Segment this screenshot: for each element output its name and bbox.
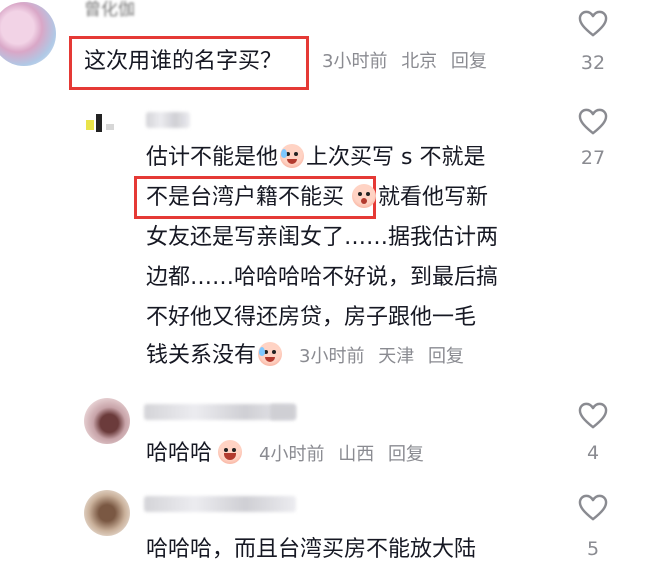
comment-time: 4小时前 bbox=[259, 444, 325, 465]
like-count: 4 bbox=[586, 442, 600, 464]
comment-time: 3小时前 bbox=[299, 346, 365, 367]
comment-location: 北京 bbox=[401, 51, 438, 72]
heart-outline-icon[interactable] bbox=[578, 10, 608, 38]
comment-text-line: 哈哈哈，而且台湾买房不能放大陆 bbox=[146, 537, 477, 562]
heart-outline-icon[interactable] bbox=[578, 494, 608, 522]
username[interactable]: 曾化伽 bbox=[84, 0, 135, 20]
comment-meta: 3小时前 北京 回复 bbox=[322, 44, 495, 80]
username-badge bbox=[270, 404, 296, 420]
reply-button[interactable]: 回复 bbox=[428, 346, 464, 367]
crying-laugh-emoji bbox=[258, 342, 283, 366]
reply-button[interactable]: 回复 bbox=[388, 444, 424, 465]
avatar[interactable] bbox=[84, 398, 130, 444]
comment-text-line: 女友还是写亲闺女了……据我估计两 bbox=[146, 225, 499, 250]
comment-text: 这次用谁的名字买？ bbox=[84, 49, 283, 74]
avatar[interactable] bbox=[0, 2, 56, 66]
heart-outline-icon[interactable] bbox=[578, 108, 608, 136]
like-count: 27 bbox=[580, 147, 606, 169]
comment-text-line: 不是台湾户籍不能买 就看他写新 bbox=[146, 184, 489, 210]
heart-outline-icon[interactable] bbox=[578, 402, 608, 430]
reply-button[interactable]: 回复 bbox=[451, 51, 487, 72]
comment-text-line: 哈哈哈 4小时前 山西 回复 bbox=[146, 440, 424, 466]
username[interactable] bbox=[144, 496, 296, 512]
comment-time: 3小时前 bbox=[322, 51, 388, 72]
username[interactable] bbox=[146, 112, 190, 128]
comment-text-line: 边都……哈哈哈哈不好说，到最后搞 bbox=[146, 265, 499, 290]
comment-text-line: 钱关系没有 3小时前 天津 回复 bbox=[146, 342, 464, 368]
comment-text-line: 估计不能是他 上次买写 s 不就是 bbox=[146, 144, 486, 170]
like-count: 5 bbox=[586, 538, 600, 560]
comment-text-line: 不好他又得还房贷，房子跟他一毛 bbox=[146, 305, 477, 330]
shocked-emoji bbox=[352, 184, 377, 208]
crying-laugh-emoji bbox=[280, 144, 305, 168]
avatar[interactable] bbox=[86, 110, 130, 136]
comment-location: 天津 bbox=[378, 346, 415, 367]
avatar[interactable] bbox=[84, 490, 130, 536]
grinning-emoji bbox=[218, 440, 243, 464]
like-count: 32 bbox=[580, 52, 606, 74]
comment-location: 山西 bbox=[338, 444, 375, 465]
